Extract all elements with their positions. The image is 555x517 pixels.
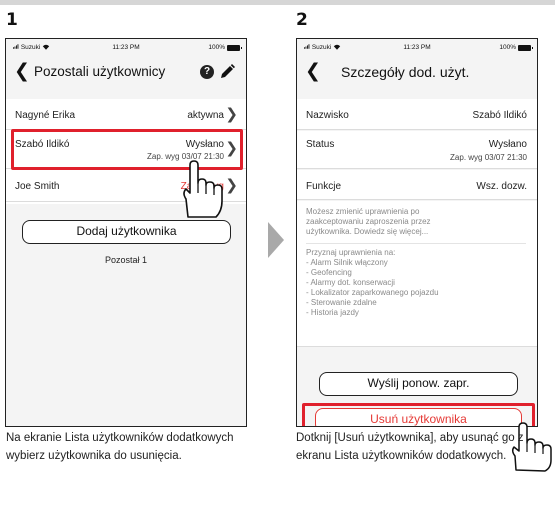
back-chevron-icon[interactable]: ❮ — [305, 61, 321, 81]
remaining-count: Pozostał 1 — [104, 255, 148, 265]
battery-percent: 100% — [499, 44, 516, 51]
caption-step-1: Na ekranie Lista użytkowników dodatkowyc… — [6, 432, 234, 462]
back-chevron-icon[interactable]: ❮ — [14, 61, 30, 81]
battery-icon — [227, 44, 242, 51]
invite-expiry: Zap. wyg 03/07 21:30 — [450, 153, 527, 162]
next-step-arrow-icon — [268, 222, 284, 258]
chevron-right-icon: ❯ — [225, 106, 238, 123]
surname-label: Nazwisko — [306, 110, 349, 121]
chevron-right-icon: ❯ — [225, 177, 238, 194]
functions-value: Wsz. dozw. — [476, 181, 527, 192]
step-number-1: 1 — [6, 10, 18, 30]
resend-invite-button[interactable]: Wyślij ponow. zapr. — [319, 372, 518, 396]
permissions-info-panel: Możesz zmienić uprawnienia po zaakceptow… — [297, 201, 537, 347]
pencil-icon[interactable] — [218, 63, 236, 81]
perm-item: - Historia jazdy — [306, 308, 359, 317]
surname-row: Nazwisko Szabó Ildikó — [297, 99, 537, 130]
step-number-2: 2 — [296, 10, 308, 30]
status-bar: Suzuki 11:23 PM 100% — [297, 39, 537, 55]
functions-row[interactable]: Funkcje Wsz. dozw. — [297, 170, 537, 200]
user-name: Nagyné Erika — [15, 110, 76, 121]
user-name: Joe Smith — [15, 181, 60, 192]
highlight-frame — [302, 403, 535, 426]
nav-bar: ❮ Pozostali użytkownicy ? — [6, 57, 246, 87]
page-title: Pozostali użytkownicy — [34, 64, 166, 79]
nav-bar: ❮ Szczegóły dod. użyt. — [297, 57, 537, 87]
perm-item: - Geofencing — [306, 268, 352, 277]
info-text: Możesz zmienić uprawnienia po zaakceptow… — [306, 207, 431, 236]
status-label: Status — [306, 139, 335, 150]
add-user-button[interactable]: Dodaj użytkownika — [22, 220, 231, 244]
perms-title: Przyznaj uprawnienia na: — [306, 248, 396, 257]
hand-pointer-icon — [183, 160, 223, 218]
status-row: Status Wysłano Zap. wyg 03/07 21:30 — [297, 131, 537, 169]
phone-screen-1: Suzuki 11:23 PM 100% ❮ Pozostali użytkow… — [5, 38, 247, 427]
divider — [306, 243, 526, 244]
perm-item: - Sterowanie zdalne — [306, 298, 377, 307]
list-item-user-1[interactable]: Nagyné Erika aktywna ❯ — [6, 99, 246, 130]
status-value: Wysłano — [488, 139, 527, 150]
caption-step-2: Dotknij [Usuń użytkownika], aby usunąć g… — [296, 432, 524, 462]
help-icon[interactable]: ? — [200, 65, 214, 79]
status-bar: Suzuki 11:23 PM 100% — [6, 39, 246, 55]
page-title: Szczegóły dod. użyt. — [341, 64, 470, 80]
user-status: aktywna — [187, 110, 224, 121]
surname-value: Szabó Ildikó — [472, 110, 527, 121]
functions-label: Funkcje — [306, 181, 342, 192]
phone-screen-2: Suzuki 11:23 PM 100% ❮ Szczegóły dod. uż… — [296, 38, 538, 427]
battery-icon — [518, 44, 533, 51]
top-divider-bar — [0, 0, 555, 5]
battery-status: 100% — [499, 44, 533, 51]
battery-percent: 100% — [208, 44, 225, 51]
perm-item: - Lokalizator zaparkowanego pojazdu — [306, 288, 439, 297]
perm-item: - Alarmy dot. konserwacji — [306, 278, 395, 287]
perm-item: - Alarm Silnik włączony — [306, 258, 388, 267]
battery-status: 100% — [208, 44, 242, 51]
